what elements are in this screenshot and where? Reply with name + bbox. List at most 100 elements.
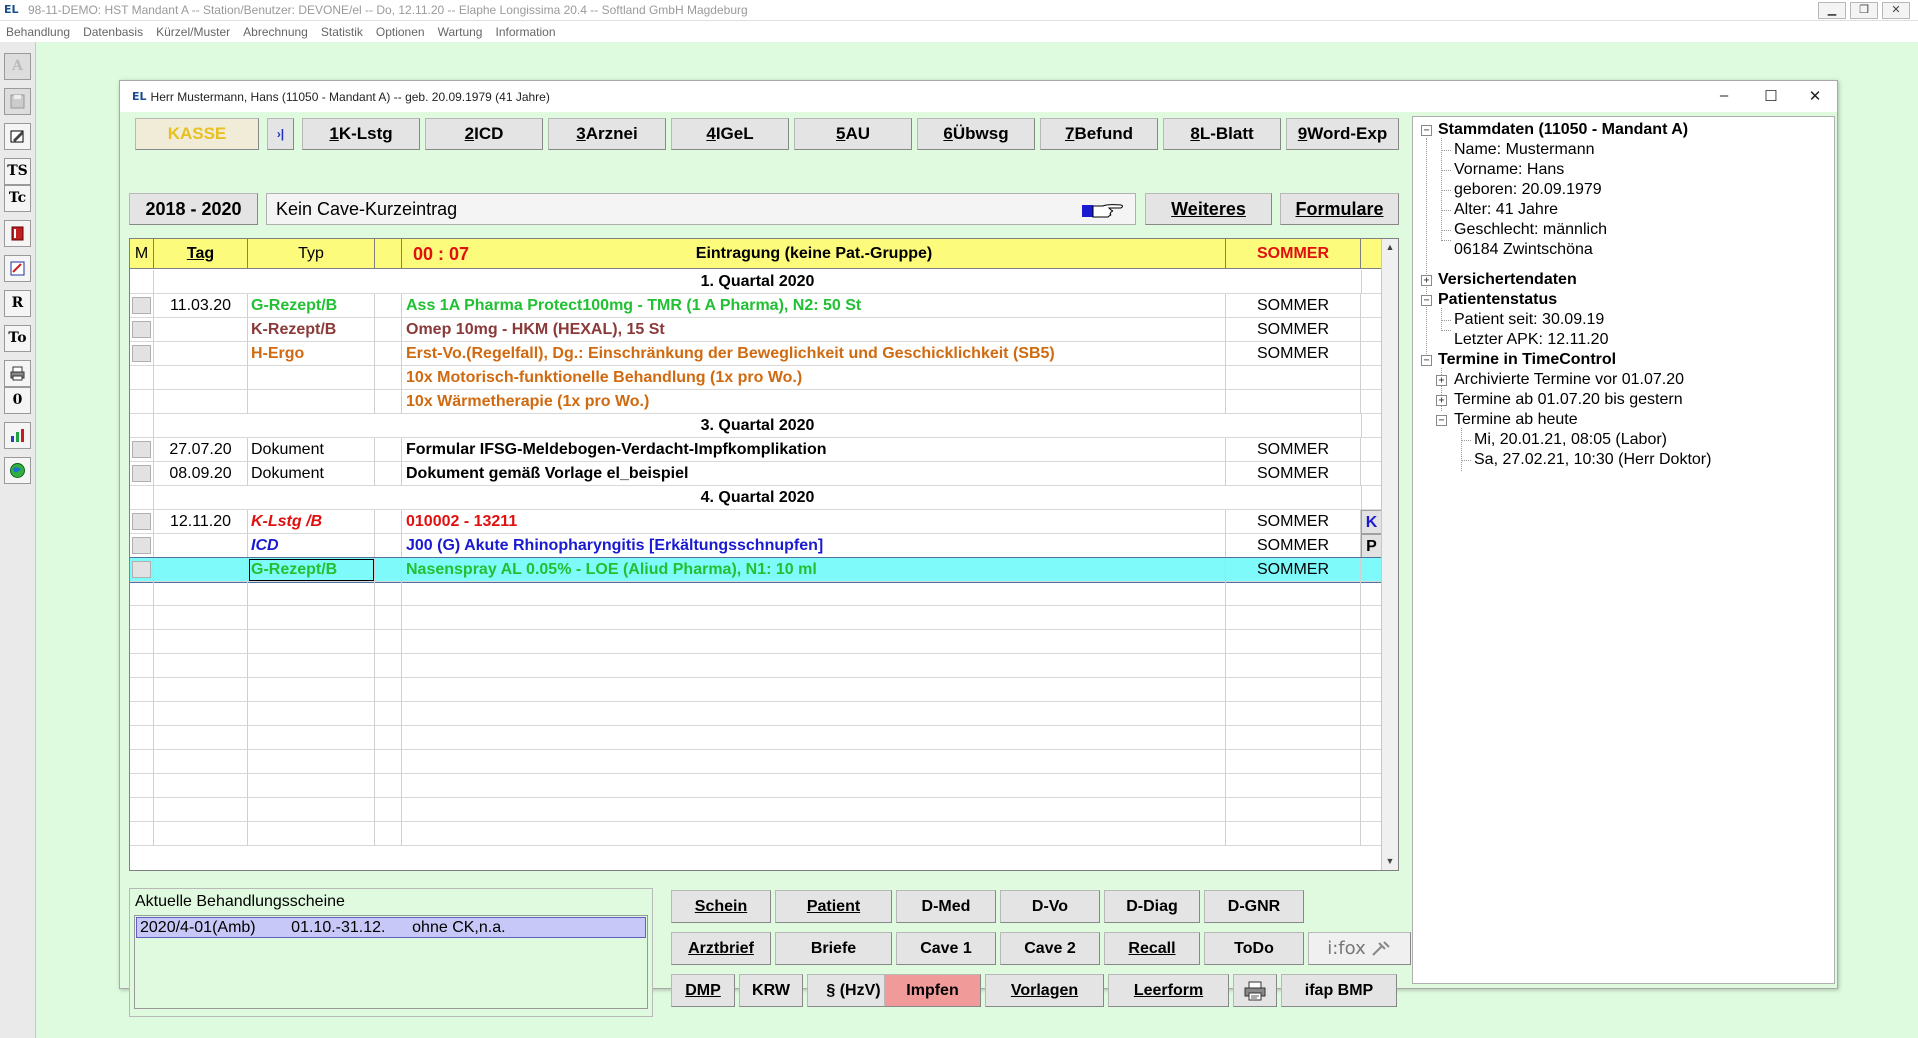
krw-button[interactable]: KRW bbox=[739, 974, 803, 1007]
grid-cell-tag[interactable]: 27.07.20 bbox=[154, 438, 248, 462]
dmp-button[interactable]: DMP bbox=[671, 974, 735, 1007]
grid-cell-m[interactable] bbox=[130, 534, 154, 558]
grid-cell-flag[interactable] bbox=[1361, 318, 1382, 342]
impfen-button[interactable]: Impfen bbox=[884, 974, 981, 1007]
window-close-icon[interactable]: ✕ bbox=[1805, 87, 1825, 105]
toolbar-to-button[interactable]: To bbox=[4, 325, 31, 352]
table-row[interactable]: ICD J00 (G) Akute Rhinopharyngitis [Erkäl… bbox=[130, 534, 1382, 558]
grid-cell-flag[interactable]: K bbox=[1361, 510, 1382, 534]
tree-termine[interactable]: Termine in TimeControl bbox=[1438, 350, 1616, 370]
grid-cell-flag[interactable] bbox=[1361, 558, 1382, 582]
toolbar-book-icon[interactable] bbox=[4, 220, 31, 247]
entries-grid[interactable]: M Tag Typ 00 : 07 Eintragung (keine Pat.… bbox=[129, 238, 1399, 871]
grid-cell-typ[interactable]: G-Rezept/B bbox=[248, 294, 375, 318]
empty-row[interactable] bbox=[130, 630, 1382, 654]
empty-row[interactable] bbox=[130, 654, 1382, 678]
tab-au[interactable]: 5 AU bbox=[794, 118, 912, 150]
grid-cell-flag[interactable]: P bbox=[1361, 534, 1382, 558]
table-row[interactable]: G-Rezept/B Nasenspray AL 0.05% - LOE (Ali… bbox=[130, 557, 1383, 583]
kasse-button[interactable]: KASSE bbox=[135, 118, 259, 150]
d-vo-button[interactable]: D-Vo bbox=[1000, 890, 1100, 923]
print-button[interactable] bbox=[1233, 974, 1277, 1007]
table-row[interactable]: 08.09.20 Dokument Dokument gemäß Vorlage e… bbox=[130, 462, 1382, 486]
tab-befund[interactable]: 7 Befund bbox=[1040, 118, 1158, 150]
year-range-button[interactable]: 2018 - 2020 bbox=[129, 193, 258, 225]
tree-stammdaten[interactable]: Stammdaten (11050 - Mandant A) bbox=[1438, 120, 1688, 140]
collapse-termine-icon[interactable]: − bbox=[1421, 355, 1432, 366]
grid-cell-typ[interactable]: K-Lstg /B bbox=[248, 510, 375, 534]
grid-cell-eintrag[interactable]: J00 (G) Akute Rhinopharyngitis [Erkältun… bbox=[402, 534, 1226, 558]
grid-cell-tag[interactable] bbox=[154, 558, 248, 582]
grid-cell-typ[interactable]: H-Ergo bbox=[248, 342, 375, 366]
toolbar-ts-button[interactable]: TS bbox=[4, 158, 31, 185]
grid-cell-flag[interactable] bbox=[1361, 342, 1382, 366]
row-marker-checkbox[interactable] bbox=[132, 537, 151, 554]
grid-cell-m[interactable] bbox=[130, 366, 154, 390]
ifap-bmp-button[interactable]: ifap BMP bbox=[1281, 974, 1397, 1007]
table-row[interactable]: K-Rezept/B Omep 10mg - HKM (HEXAL), 15 St… bbox=[130, 318, 1382, 342]
table-row[interactable]: 27.07.20 Dokument Formular IFSG-Meldebogen… bbox=[130, 438, 1382, 462]
cave1-button[interactable]: Cave 1 bbox=[896, 932, 996, 965]
grid-cell-user[interactable]: SOMMER bbox=[1226, 318, 1361, 342]
tree-versichertendaten[interactable]: Versichertendaten bbox=[1438, 270, 1577, 290]
toolbar-tc-button[interactable]: Tc bbox=[4, 185, 31, 212]
empty-row[interactable] bbox=[130, 582, 1382, 606]
grid-cell-typ[interactable]: K-Rezept/B bbox=[248, 318, 375, 342]
close-app-button[interactable]: ✕ bbox=[1882, 2, 1910, 19]
behandlungsscheine-list[interactable]: 2020/4-01(Amb) 01.10.-31.12. ohne CK,n.a… bbox=[134, 915, 648, 1009]
toolbar-printer-icon[interactable] bbox=[4, 360, 31, 387]
row-marker-checkbox[interactable] bbox=[132, 345, 151, 362]
grid-cell-user[interactable]: SOMMER bbox=[1226, 438, 1361, 462]
tree-stamm-name[interactable]: Name: Mustermann bbox=[1454, 140, 1595, 160]
tab-uebwsg[interactable]: 6 Übwsg bbox=[917, 118, 1035, 150]
cave-field[interactable]: Kein Cave-Kurzeintrag bbox=[266, 193, 1136, 225]
grid-cell-user[interactable]: SOMMER bbox=[1226, 510, 1361, 534]
header-tag[interactable]: Tag bbox=[154, 239, 248, 269]
expand-archiviert-icon[interactable]: + bbox=[1436, 375, 1447, 386]
tree-stamm-ort[interactable]: 06184 Zwintschöna bbox=[1454, 240, 1593, 260]
grid-cell-tag[interactable] bbox=[154, 318, 248, 342]
scroll-down-icon[interactable]: ▼ bbox=[1382, 853, 1398, 870]
row-marker-checkbox[interactable] bbox=[132, 465, 151, 482]
grid-cell-spacer[interactable] bbox=[375, 366, 402, 390]
table-row[interactable]: 12.11.20 K-Lstg /B 010002 - 13211 SOMMER K bbox=[130, 510, 1382, 534]
tree-stamm-geboren[interactable]: geboren: 20.09.1979 bbox=[1454, 180, 1602, 200]
menu-kuerzel-muster[interactable]: Kürzel/Muster bbox=[156, 25, 230, 39]
grid-cell-tag[interactable] bbox=[154, 534, 248, 558]
row-marker-checkbox[interactable] bbox=[132, 561, 151, 578]
selected-schein[interactable]: 2020/4-01(Amb) 01.10.-31.12. ohne CK,n.a… bbox=[136, 917, 646, 938]
menu-abrechnung[interactable]: Abrechnung bbox=[243, 25, 308, 39]
grid-cell-tag[interactable]: 08.09.20 bbox=[154, 462, 248, 486]
grid-cell-typ[interactable] bbox=[248, 390, 375, 414]
tree-stamm-alter[interactable]: Alter: 41 Jahre bbox=[1454, 200, 1558, 220]
d-gnr-button[interactable]: D-GNR bbox=[1204, 890, 1304, 923]
tab-word-exp[interactable]: 9 Word-Exp bbox=[1286, 118, 1399, 150]
grid-cell-flag[interactable] bbox=[1361, 294, 1382, 318]
tab-igel[interactable]: 4 IGeL bbox=[671, 118, 789, 150]
jump-end-button[interactable]: ›| bbox=[267, 118, 294, 150]
toolbar-zero-button[interactable]: 0 bbox=[4, 387, 31, 414]
ifox-button[interactable]: i:fox bbox=[1308, 932, 1411, 965]
toolbar-globe-icon[interactable] bbox=[4, 457, 31, 484]
grid-cell-flag[interactable] bbox=[1361, 462, 1382, 486]
leerform-button[interactable]: Leerform bbox=[1108, 974, 1229, 1007]
grid-cell-spacer[interactable] bbox=[375, 318, 402, 342]
grid-cell-typ[interactable]: G-Rezept/B bbox=[248, 558, 375, 582]
header-user[interactable]: SOMMER bbox=[1226, 239, 1361, 269]
grid-cell-tag[interactable] bbox=[154, 366, 248, 390]
empty-row[interactable] bbox=[130, 774, 1382, 798]
empty-row[interactable] bbox=[130, 726, 1382, 750]
grid-cell-m[interactable] bbox=[130, 390, 154, 414]
tree-termin-2[interactable]: Sa, 27.02.21, 10:30 (Herr Doktor) bbox=[1474, 450, 1711, 470]
tree-stamm-vorname[interactable]: Vorname: Hans bbox=[1454, 160, 1564, 180]
expand-versichertendaten-icon[interactable]: + bbox=[1421, 275, 1432, 286]
header-eintragung[interactable]: Eintragung (keine Pat.-Gruppe) bbox=[402, 239, 1226, 269]
toolbar-edit-icon[interactable] bbox=[4, 123, 31, 150]
grid-cell-eintrag[interactable]: 10x Motorisch-funktionelle Behandlung (1… bbox=[402, 366, 1226, 390]
tree-termine-bis-gestern[interactable]: Termine ab 01.07.20 bis gestern bbox=[1454, 390, 1683, 410]
recall-button[interactable]: Recall bbox=[1104, 932, 1200, 965]
tree-termine-ab-heute[interactable]: Termine ab heute bbox=[1454, 410, 1578, 430]
row-marker-checkbox[interactable] bbox=[132, 297, 151, 314]
tree-termine-archiviert[interactable]: Archivierte Termine vor 01.07.20 bbox=[1454, 370, 1684, 390]
table-row[interactable]: 10x Wärmetherapie (1x pro Wo.) bbox=[130, 390, 1382, 414]
